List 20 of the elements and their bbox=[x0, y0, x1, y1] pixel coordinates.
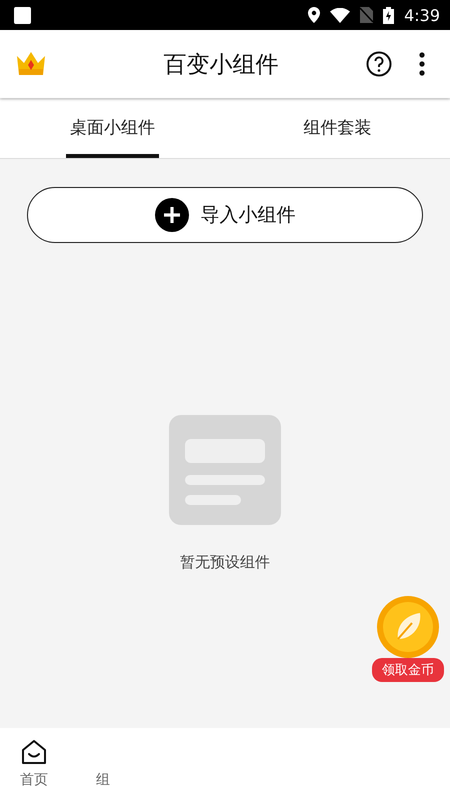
crown-icon[interactable] bbox=[16, 51, 46, 77]
help-icon[interactable] bbox=[366, 51, 392, 77]
app-title: 百变小组件 bbox=[162, 50, 280, 80]
wifi-icon bbox=[330, 8, 350, 22]
plus-icon bbox=[154, 198, 188, 232]
no-sim-icon bbox=[360, 7, 374, 23]
tab[interactable]: 组件套装 bbox=[300, 100, 376, 158]
home-icon[interactable] bbox=[21, 739, 47, 765]
battery-charging-icon bbox=[383, 6, 394, 24]
more-icon[interactable] bbox=[418, 52, 426, 76]
location-icon bbox=[308, 7, 320, 23]
clock-time: 4:39 bbox=[404, 6, 440, 24]
nav-label[interactable]: 组 bbox=[96, 771, 110, 789]
empty-message: 暂无预设组件 bbox=[180, 553, 270, 572]
tab[interactable]: 桌面小组件 bbox=[66, 100, 159, 158]
import-widget-button[interactable]: 导入小组件 bbox=[27, 187, 423, 243]
claim-coins-badge[interactable]: 领取金币 bbox=[372, 658, 444, 682]
nav-label[interactable]: 首页 bbox=[20, 771, 48, 789]
empty-document-icon bbox=[169, 415, 281, 525]
notification-icon bbox=[14, 6, 31, 24]
